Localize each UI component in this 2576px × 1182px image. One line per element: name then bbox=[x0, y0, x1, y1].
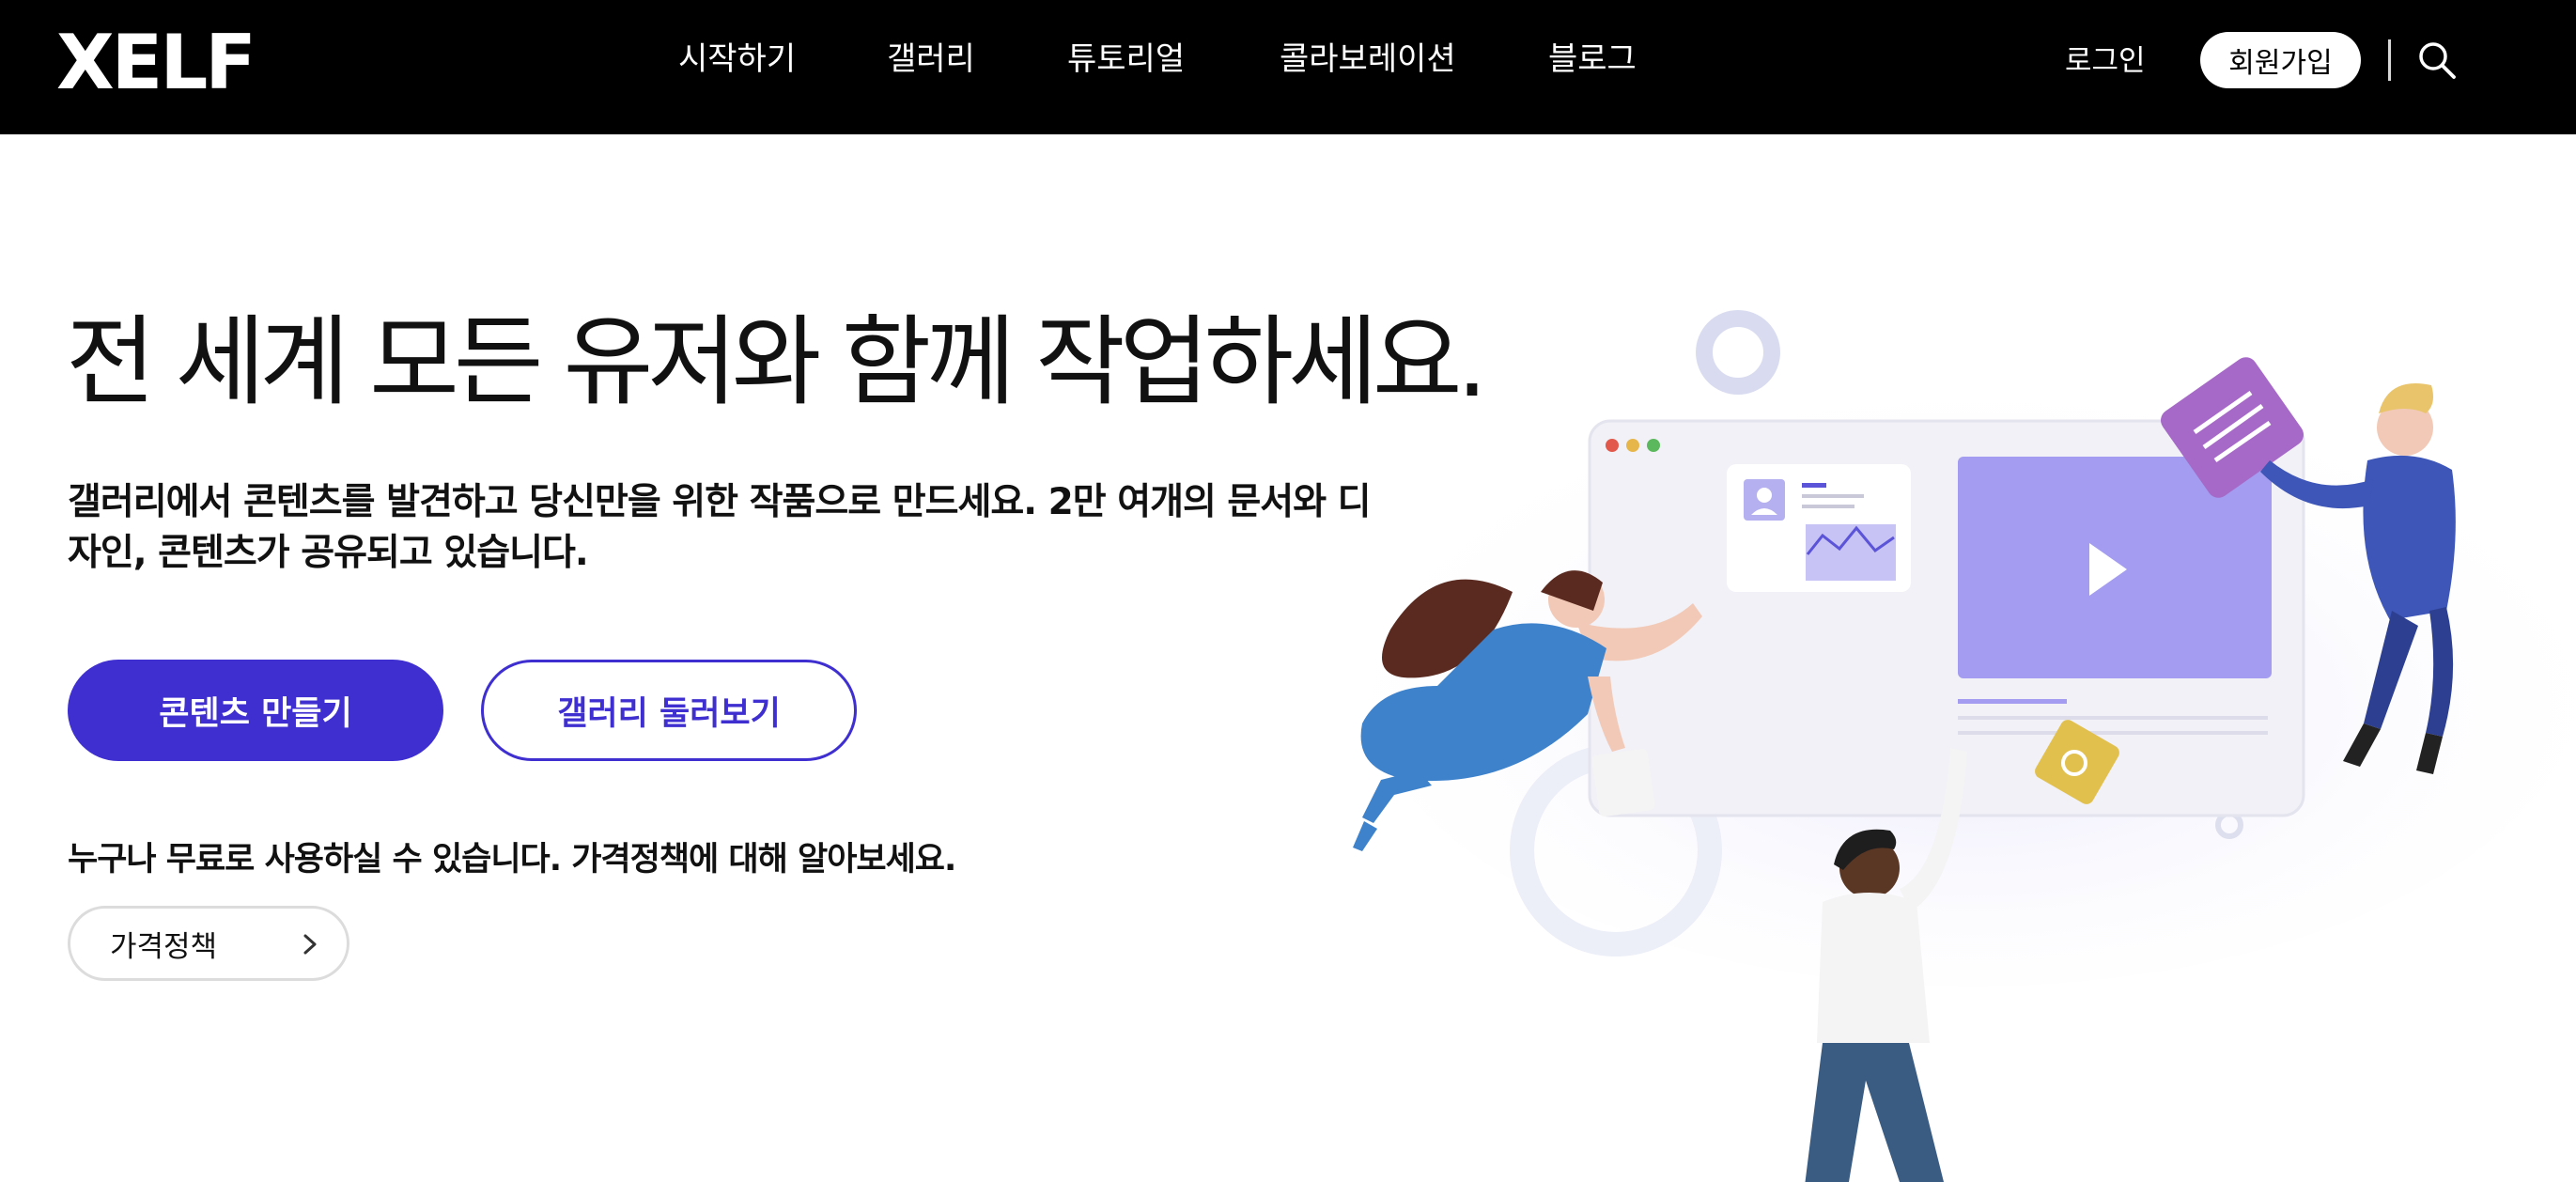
login-link[interactable]: 로그인 bbox=[2065, 38, 2146, 85]
browse-gallery-button[interactable]: 갤러리 둘러보기 bbox=[481, 660, 857, 761]
nav-item-getting-started[interactable]: 시작하기 bbox=[678, 36, 796, 83]
pricing-button[interactable]: 가격정책 bbox=[68, 906, 349, 981]
free-usage-note: 누구나 무료로 사용하실 수 있습니다. 가격정책에 대해 알아보세요. bbox=[68, 841, 956, 879]
hero-illustration bbox=[1353, 310, 2574, 1182]
hero-description: 갤러리에서 콘텐츠를 발견하고 당신만을 위한 작품으로 만드세요. 2만 여개… bbox=[68, 481, 1372, 574]
pricing-button-label: 가격정책 bbox=[110, 929, 218, 964]
nav-item-gallery[interactable]: 갤러리 bbox=[887, 36, 975, 83]
create-content-button[interactable]: 콘텐츠 만들기 bbox=[68, 660, 443, 761]
top-navigation-bar: XELF 시작하기 갤러리 튜토리얼 콜라보레이션 블로그 로그인 회원가입 bbox=[0, 0, 2576, 134]
nav-item-tutorial[interactable]: 튜토리얼 bbox=[1067, 36, 1185, 83]
nav-divider bbox=[2388, 39, 2391, 81]
chevron-right-icon bbox=[303, 934, 317, 955]
signup-button[interactable]: 회원가입 bbox=[2200, 32, 2361, 88]
nav-item-collaboration[interactable]: 콜라보레이션 bbox=[1280, 36, 1456, 83]
xelf-logo[interactable]: XELF bbox=[56, 21, 256, 105]
search-icon[interactable] bbox=[2416, 39, 2458, 81]
hero-title: 전 세계 모든 유저와 함께 작업하세요. bbox=[66, 304, 1488, 419]
decor-ring-top bbox=[1696, 310, 1780, 395]
nav-item-blog[interactable]: 블로그 bbox=[1548, 36, 1637, 83]
